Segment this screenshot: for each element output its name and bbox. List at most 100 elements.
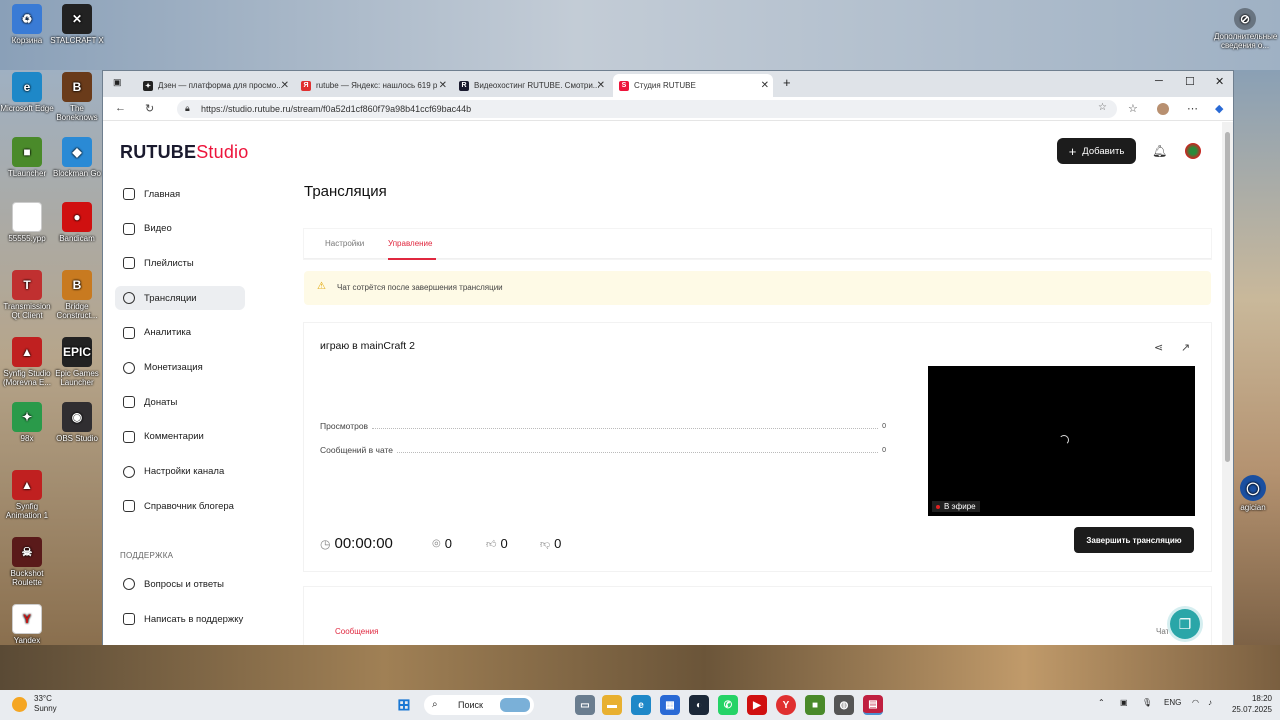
chrome-icon[interactable]: ◍ <box>834 695 854 715</box>
likes-count: 👍︎ 0 <box>486 536 508 551</box>
youtube-icon[interactable]: ▶ <box>747 695 767 715</box>
desktop-icon[interactable]: B Bridge Construct... <box>50 270 104 320</box>
avatar[interactable] <box>1185 143 1201 159</box>
desktop-icon-label: OBS Studio <box>56 434 98 443</box>
browser-tab-dzen[interactable]: ✦ Дзен — платформа для просмо... ✕ <box>137 74 293 97</box>
page-scrollbar[interactable] <box>1222 122 1233 645</box>
support-chat-button[interactable]: ❐ <box>1170 609 1200 639</box>
volume-icon[interactable]: ♪ <box>1208 698 1212 707</box>
add-button[interactable]: + Добавить <box>1057 138 1136 164</box>
dots-divider <box>397 447 879 453</box>
sidebar-item-guide[interactable]: Справочник блогера <box>115 494 245 518</box>
taskbar-search[interactable]: ⌕ Поиск <box>424 695 534 715</box>
whatsapp-icon[interactable]: ✆ <box>718 695 738 715</box>
live-dot-icon <box>936 504 940 509</box>
active-app-icon[interactable]: ▤ <box>863 695 883 715</box>
desktop-icon[interactable]: ♻ Корзина <box>0 4 54 45</box>
desktop-icon[interactable]: ◉ OBS Studio <box>50 402 104 443</box>
close-window-button[interactable]: ✕ <box>1215 75 1224 88</box>
system-clock[interactable]: 18:20 25.07.2025 <box>1228 693 1272 715</box>
desktop-icon[interactable]: ■ TLauncher <box>0 137 54 178</box>
stream-card: играю в mainCraft 2 Просмотров 0 Сообщен… <box>304 323 1211 571</box>
sidebar-item-analytics[interactable]: Аналитика <box>115 321 245 345</box>
yandex-browser-icon[interactable]: Y <box>776 695 796 715</box>
tray-chevron-icon[interactable]: ⌃ <box>1098 698 1105 707</box>
support-item-faq[interactable]: Вопросы и ответы <box>115 572 245 596</box>
desktop-icon-info[interactable]: ⊘ Дополнительные сведения о... <box>1214 8 1277 50</box>
rutube-studio-logo[interactable]: RUTUBEStudio <box>120 142 248 163</box>
desktop-icon[interactable]: EPIC Epic Games Launcher <box>50 337 104 387</box>
close-tab-icon[interactable]: ✕ <box>597 80 605 91</box>
tray-app-icon[interactable]: ▣ <box>1120 698 1128 707</box>
url-field[interactable]: 🔒︎ https://studio.rutube.ru/stream/f0a52… <box>177 100 1117 118</box>
sidebar-item-comments[interactable]: Комментарии <box>115 425 245 449</box>
desktop-icon[interactable]: ✕ STALCRAFT X <box>50 4 104 45</box>
desktop-icon[interactable]: ☠ Buckshot Roulette <box>0 537 54 587</box>
tab-management[interactable]: Управление <box>388 239 432 248</box>
app-icon: e <box>12 72 42 102</box>
minimize-button[interactable]: ─ <box>1155 75 1163 87</box>
desktop-icon[interactable]: ▲ Synfig Animation 1 <box>0 470 54 520</box>
sidebar-item-video[interactable]: Видео <box>115 217 245 241</box>
microphone-icon[interactable]: 🎙︎ <box>1142 698 1152 707</box>
sidebar-item-gear[interactable]: Настройки канала <box>115 460 245 484</box>
file-explorer-icon[interactable]: ▬ <box>602 695 622 715</box>
back-icon[interactable]: ← <box>115 102 126 114</box>
steam-icon[interactable]: ◐ <box>689 695 709 715</box>
browser-tab-studio[interactable]: S Студия RUTUBE ✕ <box>613 74 773 97</box>
taskbar: 33°C Sunny ⊞ ⌕ Поиск ▭ ▬ e ▦ ◐ ✆ ▶ Y ■ ◍… <box>0 690 1280 720</box>
desktop-icon[interactable]: B The Boneknows <box>50 72 104 122</box>
browser-tab-yandex[interactable]: Я rutube — Яндекс: нашлось 619 р ✕ <box>295 74 451 97</box>
sidebar-item-home[interactable]: Главная <box>115 182 245 206</box>
new-tab-button[interactable]: + <box>783 75 791 90</box>
star-icon[interactable]: ☆ <box>1098 102 1107 113</box>
desktop-icon-label: The Boneknows <box>56 104 98 122</box>
app-icon: B <box>62 72 92 102</box>
close-tab-icon[interactable]: ✕ <box>761 80 769 91</box>
copilot-icon[interactable]: ◆ <box>1215 102 1223 115</box>
profile-icon[interactable] <box>1157 103 1169 115</box>
stream-preview-player[interactable]: В эфире <box>928 366 1195 516</box>
desktop-icon-right-2[interactable]: ◯ agician <box>1228 475 1278 512</box>
task-view-icon[interactable]: ▭ <box>575 695 595 715</box>
language-indicator[interactable]: ENG <box>1164 698 1181 707</box>
tab-chat[interactable]: Чат <box>1156 627 1169 636</box>
desktop-icon[interactable]: e Microsoft Edge <box>0 72 54 113</box>
tab-messages[interactable]: Сообщения <box>335 627 378 636</box>
desktop-icon[interactable]: ✦ 98x <box>0 402 54 443</box>
minecraft-icon[interactable]: ■ <box>805 695 825 715</box>
browser-tab-rutube[interactable]: R Видеохостинг RUTUBE. Смотри... ✕ <box>453 74 609 97</box>
start-button[interactable]: ⊞ <box>394 695 414 715</box>
refresh-icon[interactable]: ↻ <box>145 102 154 115</box>
support-heading: ПОДДЕРЖКА <box>120 551 174 560</box>
desktop-icon[interactable]: ◆ Blockman Go <box>50 137 104 178</box>
desktop-icon[interactable]: Y Yandex <box>0 604 54 645</box>
desktop-icon[interactable]: T Transmission Qt Client <box>0 270 54 320</box>
maximize-button[interactable]: ☐ <box>1185 75 1195 88</box>
desktop-icon[interactable]: 55555.ypp <box>0 202 54 243</box>
share-icon[interactable]: ⋖ <box>1154 341 1163 354</box>
sidebar-item-broadcast[interactable]: Трансляции <box>115 286 245 311</box>
end-stream-button[interactable]: Завершить трансляцию <box>1074 527 1194 553</box>
chat-bubbles-icon: ❐ <box>1178 615 1192 632</box>
tab-actions-icon[interactable]: ▣ <box>113 77 122 88</box>
bell-icon[interactable]: 🔔︎ <box>1152 144 1167 158</box>
close-tab-icon[interactable]: ✕ <box>281 80 289 91</box>
menu-icon[interactable]: ⋯ <box>1187 102 1198 115</box>
tab-settings[interactable]: Настройки <box>325 239 364 248</box>
scrollbar-thumb[interactable] <box>1225 132 1230 462</box>
desktop-icon[interactable]: ● Bandicam <box>50 202 104 243</box>
edge-icon[interactable]: e <box>631 695 651 715</box>
store-icon[interactable]: ▦ <box>660 695 680 715</box>
support-item-mail[interactable]: Написать в поддержку <box>115 607 245 631</box>
desktop-icon[interactable]: ▲ Synfig Studio (Morevna E... <box>0 337 54 387</box>
close-tab-icon[interactable]: ✕ <box>439 80 447 91</box>
sidebar-item-monetization[interactable]: Монетизация <box>115 356 245 380</box>
wifi-icon[interactable]: ◠ <box>1192 698 1199 707</box>
sidebar-item-playlist[interactable]: Плейлисты <box>115 251 245 275</box>
weather-widget[interactable]: 33°C Sunny <box>12 694 57 714</box>
open-external-icon[interactable]: ↗ <box>1181 341 1190 354</box>
guide-icon <box>123 500 135 513</box>
favorites-icon[interactable]: ☆ <box>1128 102 1138 115</box>
sidebar-item-donate[interactable]: Донаты <box>115 390 245 414</box>
